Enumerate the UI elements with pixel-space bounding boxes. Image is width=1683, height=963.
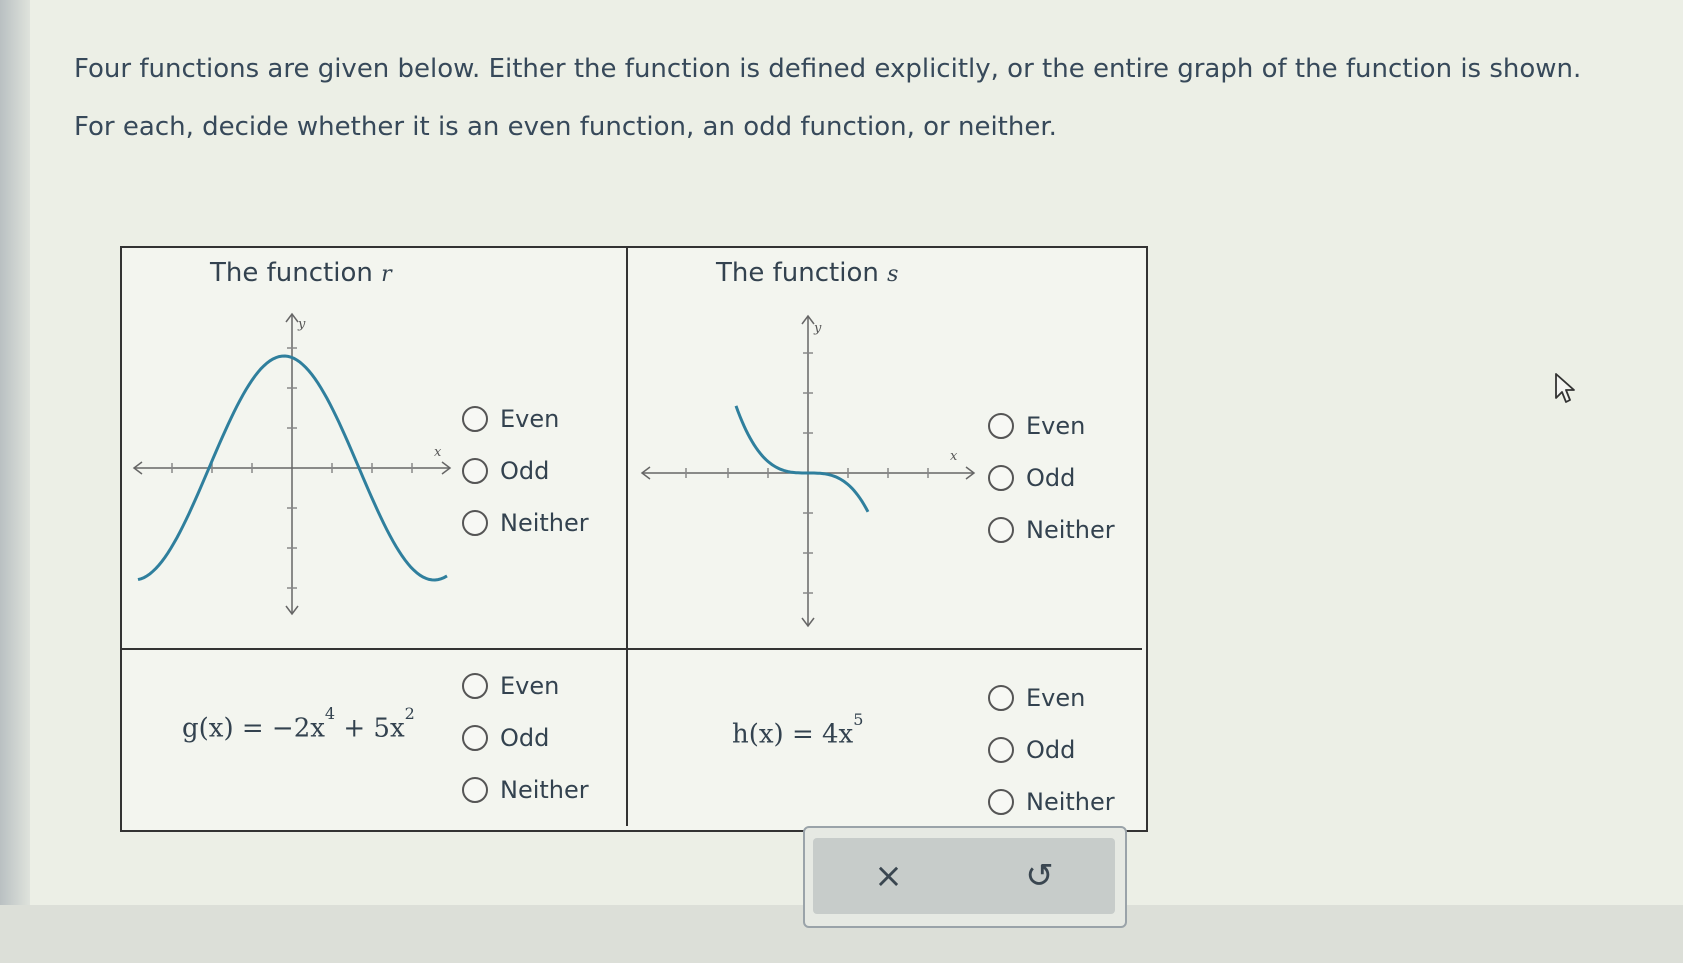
radio-icon[interactable] <box>988 413 1014 439</box>
option-r-neither[interactable]: Neither <box>462 497 589 549</box>
option-r-even[interactable]: Even <box>462 393 589 445</box>
clear-button[interactable]: × <box>813 838 964 914</box>
graph-s-curve <box>734 405 870 513</box>
radio-icon[interactable] <box>988 789 1014 815</box>
options-r: Even Odd Neither <box>462 393 589 549</box>
option-s-even[interactable]: Even <box>988 400 1115 452</box>
radio-icon[interactable] <box>462 725 488 751</box>
function-r-var: r <box>381 262 392 287</box>
radio-icon[interactable] <box>462 458 488 484</box>
graph-r: y x <box>132 312 452 616</box>
option-g-odd[interactable]: Odd <box>462 712 589 764</box>
graph-r-y-label: y <box>297 317 306 332</box>
instruction-line-2: For each, decide whether it is an even f… <box>74 112 1057 142</box>
radio-icon[interactable] <box>462 777 488 803</box>
radio-icon[interactable] <box>988 685 1014 711</box>
instruction-line-1: Four functions are given below. Either t… <box>74 54 1582 84</box>
function-s-title: The function s <box>716 258 899 288</box>
action-buttons: × ↺ <box>813 838 1115 914</box>
function-r-title: The function r <box>210 258 392 288</box>
graph-s-x-label: x <box>950 449 958 464</box>
graph-s: y x <box>640 314 976 628</box>
options-s: Even Odd Neither <box>988 400 1115 556</box>
option-s-odd[interactable]: Odd <box>988 452 1115 504</box>
graph-s-y-label: y <box>813 321 822 336</box>
function-s-var: s <box>887 262 899 287</box>
undo-button[interactable]: ↺ <box>964 838 1115 914</box>
formula-h: h(x) = 4x5 <box>732 710 864 750</box>
cell-function-r: The function r y x Even Odd Neither <box>122 248 628 650</box>
graph-s-axes <box>640 314 976 628</box>
radio-icon[interactable] <box>462 510 488 536</box>
action-panel: × ↺ <box>803 826 1127 928</box>
radio-icon[interactable] <box>462 673 488 699</box>
radio-icon[interactable] <box>988 737 1014 763</box>
options-g: Even Odd Neither <box>462 660 589 816</box>
cell-function-g: g(x) = −2x4 + 5x2 Even Odd Neither <box>122 650 628 826</box>
cell-function-h: h(x) = 4x5 Even Odd Neither <box>628 650 1142 826</box>
radio-icon[interactable] <box>988 517 1014 543</box>
option-r-odd[interactable]: Odd <box>462 445 589 497</box>
undo-icon: ↺ <box>1025 856 1054 896</box>
options-h: Even Odd Neither <box>988 672 1115 828</box>
radio-icon[interactable] <box>988 465 1014 491</box>
cursor-icon <box>1555 373 1575 403</box>
left-shadow <box>0 0 30 963</box>
option-g-even[interactable]: Even <box>462 660 589 712</box>
clear-icon: × <box>874 856 903 896</box>
instructions: Four functions are given below. Either t… <box>74 40 1634 156</box>
option-g-neither[interactable]: Neither <box>462 764 589 816</box>
option-h-even[interactable]: Even <box>988 672 1115 724</box>
graph-r-x-label: x <box>434 445 442 460</box>
cell-function-s: The function s y x Even Odd Neither <box>628 248 1142 650</box>
option-s-neither[interactable]: Neither <box>988 504 1115 556</box>
radio-icon[interactable] <box>462 406 488 432</box>
function-grid: The function r y x Even Odd Neither The … <box>120 246 1148 832</box>
formula-g: g(x) = −2x4 + 5x2 <box>182 704 415 744</box>
option-h-neither[interactable]: Neither <box>988 776 1115 828</box>
option-h-odd[interactable]: Odd <box>988 724 1115 776</box>
